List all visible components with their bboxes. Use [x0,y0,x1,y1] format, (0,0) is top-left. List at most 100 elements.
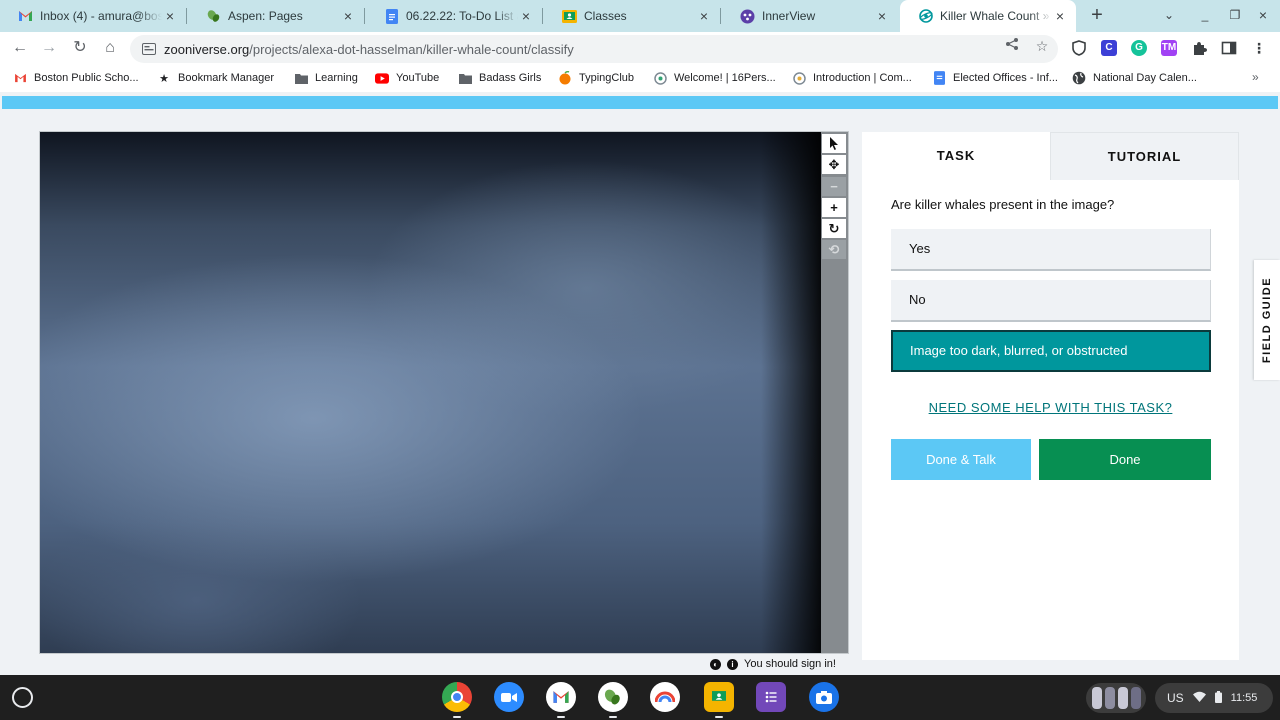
google-classroom-icon[interactable] [704,682,734,718]
info-icon[interactable]: i [727,658,738,670]
gmail-icon [13,71,27,85]
close-icon[interactable]: × [696,8,712,24]
close-icon[interactable]: × [1052,8,1068,24]
answer-yes[interactable]: Yes [891,229,1211,271]
bookmark-elected-offices[interactable]: Elected Offices - Inf... [932,70,1058,86]
answer-label: Image too dark, blurred, or obstructed [910,343,1128,358]
bookmark-manager[interactable]: ★ Bookmark Manager [157,70,274,86]
innerview-icon [740,9,755,24]
subject-image[interactable] [40,132,821,653]
url-path: /projects/alexa-dot-hasselman/killer-wha… [249,41,574,57]
google-forms-icon[interactable] [756,682,786,712]
home-icon[interactable]: ⌂ [99,37,121,59]
launcher-icon[interactable] [12,687,33,708]
sign-in-notice: ◐ i You should sign in! [710,657,836,671]
bookmark-typingclub[interactable]: TypingClub [558,70,634,86]
done-button[interactable]: Done [1039,439,1211,480]
close-icon[interactable]: × [874,8,890,24]
task-question: Are killer whales present in the image? [891,197,1115,212]
bookmarks-overflow-chevron-icon[interactable]: » [1252,70,1259,84]
bookmark-label: YouTube [396,72,440,84]
answer-too-dark[interactable]: Image too dark, blurred, or obstructed [891,330,1211,372]
chrome-canvas-icon[interactable] [650,682,680,712]
zooniverse-icon [918,9,933,24]
user-pod-avatars[interactable] [1086,683,1146,713]
back-arrow-icon[interactable]: ← [9,37,31,59]
extension-puzzle-tm-icon[interactable]: TM [1161,40,1177,56]
bookmark-16personalities[interactable]: Welcome! | 16Pers... [653,70,776,86]
share-icon[interactable] [1003,37,1021,55]
tab-killer-whale-count[interactable]: Killer Whale Count » Cl × [900,0,1076,32]
close-icon[interactable]: × [518,8,534,24]
bookmark-youtube[interactable]: YouTube [375,70,439,86]
bookmark-label: Welcome! | 16Pers... [674,72,776,84]
status-tray[interactable]: US 11:55 [1155,683,1273,713]
tab-innerview[interactable]: InnerView × [722,3,898,29]
more-menu-icon[interactable]: ⋮ [1251,40,1267,56]
zooniverse-classify-page: ✥ − + ↻ ⟲ ◐ i You should sign in! TASK T… [0,92,1280,675]
done-and-talk-button[interactable]: Done & Talk [891,439,1031,480]
bookmark-star-icon[interactable]: ☆ [1033,37,1051,55]
bookmark-label: Bookmark Manager [178,72,274,84]
grammarly-icon[interactable]: G [1131,40,1147,56]
clock-time: 11:55 [1230,692,1258,704]
reload-icon[interactable]: ↻ [69,37,91,59]
sign-in-text[interactable]: You should sign in! [744,658,836,670]
move-icon[interactable]: ✥ [822,155,846,174]
tab-title: Killer Whale Count » Cl [940,9,1052,23]
forward-arrow-icon[interactable]: → [38,37,60,59]
running-indicator [557,716,565,718]
extensions-puzzle-icon[interactable] [1191,40,1207,56]
folder-icon [294,71,308,85]
invert-colors-icon[interactable]: ◐ [710,658,721,670]
tab-gmail[interactable]: Inbox (4) - amura@bost × [0,3,186,29]
bookmark-national-day-calendar[interactable]: National Day Calen... [1072,70,1197,86]
tab-classes[interactable]: Classes × [544,3,720,29]
camera-icon[interactable] [809,682,839,712]
chromeos-shelf: US 11:55 [0,675,1280,720]
tab-search-chevron-icon[interactable]: ⌄ [1160,6,1178,24]
tab-tutorial[interactable]: TUTORIAL [1050,132,1239,180]
aspen-leaf-icon[interactable] [598,682,628,718]
bookmark-learning[interactable]: Learning [294,70,358,86]
zoom-in-icon[interactable]: + [822,198,846,217]
wifi-icon [1192,691,1206,705]
site-info-icon[interactable] [142,43,156,55]
16personalities-icon [792,71,806,85]
running-indicator [715,716,723,718]
answer-no[interactable]: No [891,280,1211,322]
zoom-out-icon[interactable]: − [822,177,846,196]
tab-aspen[interactable]: Aspen: Pages × [188,3,364,29]
aspen-leaf-icon [206,9,221,24]
tab-todo-doc[interactable]: 06.22.22: To-Do List and × [366,3,542,29]
tab-task[interactable]: TASK [862,132,1050,180]
bookmark-badass-girls[interactable]: Badass Girls [458,70,541,86]
close-icon[interactable]: × [162,8,178,24]
zoom-icon[interactable] [494,682,524,712]
restore-window-icon[interactable]: ❐ [1226,6,1244,24]
close-window-icon[interactable]: × [1254,6,1272,24]
annotate-pointer-icon[interactable] [822,134,846,153]
gmail-icon[interactable] [546,682,576,718]
extension-c-icon[interactable]: C [1101,40,1117,56]
new-tab-button[interactable]: + [1086,5,1108,27]
field-guide-tab[interactable]: FIELD GUIDE [1254,260,1280,380]
side-panel-icon[interactable] [1221,40,1237,56]
rotate-icon[interactable]: ↻ [822,219,846,238]
tab-title: InnerView [762,9,816,23]
address-bar[interactable]: zooniverse.org/projects/alexa-dot-hassel… [130,35,1058,63]
chrome-icon[interactable] [442,682,472,718]
minimize-icon[interactable]: _ [1196,6,1214,24]
close-icon[interactable]: × [340,8,356,24]
bookmark-introduction[interactable]: Introduction | Com... [792,70,912,86]
shield-icon[interactable] [1071,40,1087,56]
typingclub-icon [558,71,572,85]
zooniverse-top-bar [2,96,1278,109]
task-help-link[interactable]: NEED SOME HELP WITH THIS TASK? [862,400,1239,415]
youtube-icon [375,71,389,85]
bookmark-boston-public-schools[interactable]: Boston Public Scho... [13,70,139,86]
answer-label: No [909,292,926,307]
reset-view-icon[interactable]: ⟲ [822,240,846,259]
google-docs-icon [932,71,946,85]
running-indicator [609,716,617,718]
